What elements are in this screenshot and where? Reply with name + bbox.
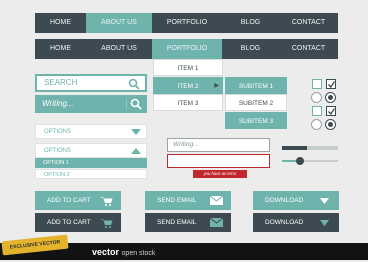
envelope-icon [210,218,223,227]
add-to-cart-label-dark: ADD TO CART [47,219,91,226]
checkbox-1[interactable] [312,79,322,89]
nav2-home[interactable]: HOME [35,39,86,59]
nav2-about-us[interactable]: ABOUT US [86,39,152,59]
download-button-dark[interactable]: DOWNLOAD [253,213,339,232]
download-label-dark: DOWNLOAD [265,219,304,226]
radio-2[interactable] [325,92,336,103]
footer-logo: vector open stock [92,244,155,260]
search-box[interactable]: SEARCH [35,74,147,92]
envelope-icon [210,196,223,205]
search-value: Writing... [42,99,74,108]
error-message: you have an error [193,170,247,178]
option-item-2[interactable]: OPTION 2 [35,169,147,179]
option-item-1[interactable]: OPTION 1 [35,158,147,168]
nav1-contact[interactable]: CONTACT [279,13,338,33]
progress-fill [282,146,308,150]
add-to-cart-button[interactable]: ADD TO CART [35,191,121,210]
dropdown-item-2-label: ITEM 2 [177,83,199,90]
add-to-cart-button-dark[interactable]: ADD TO CART [35,213,121,232]
send-email-button[interactable]: SEND EMAIL [145,191,231,210]
chevron-down-icon [131,129,141,135]
nav2-portfolio[interactable]: PORTFOLIO [152,39,222,59]
nav1-blog[interactable]: BLOG [222,13,279,33]
error-field[interactable] [167,154,270,168]
slider-thumb[interactable] [296,157,305,165]
nav2-blog[interactable]: BLOG [222,39,279,59]
download-label: DOWNLOAD [265,197,304,204]
search-box-filled[interactable]: Writing... [35,95,147,113]
submenu-item-1[interactable]: SUBITEM 1 [225,77,287,94]
options-select-open-label: OPTIONS [44,148,72,154]
radio-3[interactable] [311,119,322,130]
chevron-down-icon [320,198,329,204]
checkbox-4[interactable] [326,106,336,116]
nav2-contact[interactable]: CONTACT [279,39,338,59]
radio-1[interactable] [311,92,322,103]
logo-brand: vector [92,247,120,257]
options-select-open[interactable]: OPTIONS [35,143,147,158]
options-select-label: OPTIONS [44,129,72,135]
add-to-cart-label: ADD TO CART [47,197,91,204]
caret-right-icon: ▶ [214,83,219,89]
progress-bar [282,146,338,150]
nav1-portfolio[interactable]: PORTFOLIO [152,13,222,33]
download-button[interactable]: DOWNLOAD [253,191,339,210]
send-email-button-dark[interactable]: SEND EMAIL [145,213,231,232]
send-email-label: SEND EMAIL [157,197,197,204]
cart-icon [100,197,113,206]
radio-4[interactable] [325,119,336,130]
nav-bar-2: HOME ABOUT US PORTFOLIO BLOG CONTACT [35,39,338,59]
cart-icon [100,219,113,228]
nav1-about-us[interactable]: ABOUT US [86,13,152,33]
slider-track[interactable] [282,157,338,165]
dropdown-item-2[interactable]: ITEM 2 ▶ [153,77,223,94]
chevron-down-icon [320,220,329,226]
text-field[interactable]: Writing... [167,138,270,152]
nav1-home[interactable]: HOME [35,13,86,33]
nav-bar-1: HOME ABOUT US PORTFOLIO BLOG CONTACT [35,13,338,33]
search-divider [126,98,127,110]
search-icon[interactable] [128,78,140,90]
checkbox-3[interactable] [312,106,322,116]
checkbox-2[interactable] [326,79,336,89]
dropdown-item-3[interactable]: ITEM 3 [153,94,223,111]
search-icon[interactable] [130,98,142,110]
search-placeholder: SEARCH [44,78,78,87]
logo-suffix: open stock [121,250,156,257]
dropdown-item-1[interactable]: ITEM 1 [153,59,223,76]
chevron-up-icon [131,148,141,154]
submenu-item-3[interactable]: SUBITEM 3 [225,112,287,129]
send-email-label-dark: SEND EMAIL [157,219,197,226]
options-select[interactable]: OPTIONS [35,124,147,139]
text-field-value: Writing... [173,141,199,148]
submenu-item-2[interactable]: SUBITEM 2 [225,94,287,111]
